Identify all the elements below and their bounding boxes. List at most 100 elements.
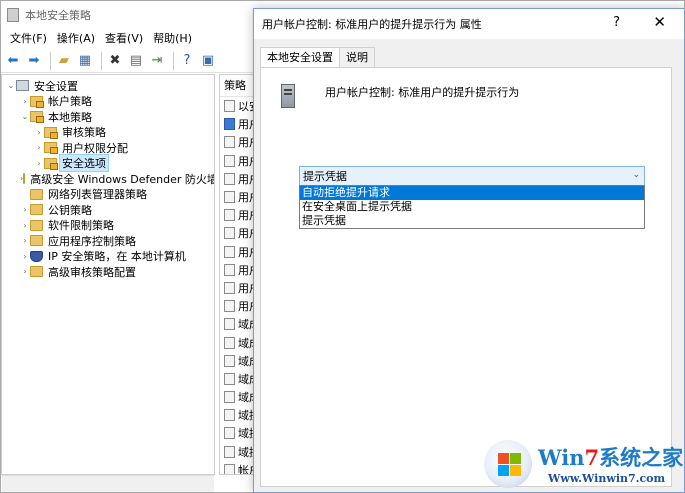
tree-node[interactable]: › 高级审核策略配置 <box>2 264 214 280</box>
chevron-down-icon[interactable]: ⌄ <box>6 81 16 90</box>
folder-icon <box>23 173 26 185</box>
dialog-title: 用户帐户控制: 标准用户的提升提示行为 属性 <box>262 18 482 31</box>
tree-node-label: 高级审核策略配置 <box>48 265 136 279</box>
chevron-down-icon[interactable]: ⌄ <box>20 112 30 121</box>
menu-file[interactable]: 文件(F) <box>5 29 52 49</box>
tree-node[interactable]: › IP 安全策略，在 本地计算机 <box>2 249 214 265</box>
policy-icon <box>224 300 235 313</box>
tree-node[interactable]: ⌄ 本地策略 <box>2 109 214 125</box>
chevron-down-icon[interactable]: ⌄ <box>632 170 640 180</box>
chevron-right-icon[interactable]: › <box>20 252 30 261</box>
policy-icon <box>224 281 235 294</box>
help-book-icon[interactable]: ? <box>178 52 196 70</box>
policy-icon <box>224 445 235 458</box>
up-folder-icon[interactable]: ▰ <box>55 52 73 70</box>
watermark-url: Www.Winwin7.com <box>548 472 666 485</box>
chevron-right-icon[interactable]: › <box>20 205 30 214</box>
chevron-right-icon[interactable]: › <box>34 159 44 168</box>
tree-node-label: 应用程序控制策略 <box>48 234 136 248</box>
policy-icon <box>224 154 235 167</box>
policy-icon <box>224 172 235 185</box>
folder-icon <box>30 266 43 278</box>
watermark-brand: Win7系统之家 <box>538 442 683 472</box>
setting-combobox[interactable]: 提示凭据 ⌄ <box>299 166 645 186</box>
folder-icon <box>30 204 43 216</box>
setting-dropdown-list: 自动拒绝提升请求 在安全桌面上提示凭据 提示凭据 <box>299 185 645 229</box>
show-action-pane-icon[interactable]: ▣ <box>199 52 217 70</box>
tree-node[interactable]: › 应用程序控制策略 <box>2 233 214 249</box>
option-prompt-secure-desktop[interactable]: 在安全桌面上提示凭据 <box>300 200 644 214</box>
policy-icon <box>224 409 235 422</box>
tree-node[interactable]: › 公钥策略 <box>2 202 214 218</box>
properties-icon[interactable]: ▤ <box>127 52 145 70</box>
tree-node-label: 用户权限分配 <box>62 141 128 155</box>
chevron-right-icon[interactable]: › <box>20 97 30 106</box>
chevron-right-icon[interactable]: › <box>34 143 44 152</box>
lock-folder-icon <box>44 157 58 170</box>
option-prompt-credentials[interactable]: 提示凭据 <box>300 214 644 228</box>
tab-explain[interactable]: 说明 <box>339 47 375 67</box>
brand-suffix: 系统之家 <box>599 445 684 470</box>
tree-node[interactable]: › 高级安全 Windows Defender 防火墙 <box>2 171 214 187</box>
chevron-right-icon[interactable]: › <box>20 221 30 230</box>
chevron-right-icon[interactable]: › <box>20 267 30 276</box>
tree-node[interactable]: 网络列表管理器策略 <box>2 187 214 203</box>
tree-node-label: 网络列表管理器策略 <box>48 188 147 202</box>
navigation-tree: ⌄ 安全设置 › 帐户策略 ⌄ 本地策略 › 审核策略 › 用户权限分配 › 安全选项 › 高级安全 Wi… <box>1 74 215 475</box>
main-title: 本地安全策略 <box>25 9 91 22</box>
scope-icon <box>16 80 29 92</box>
policy-icon <box>224 136 235 149</box>
tree-node[interactable]: › 帐户策略 <box>2 94 214 110</box>
tree-node[interactable]: › 用户权限分配 <box>2 140 214 156</box>
shield-icon <box>30 250 43 262</box>
policy-icon <box>224 191 235 204</box>
show-tree-icon[interactable]: ▦ <box>76 52 94 70</box>
dialog-titlebar: 用户帐户控制: 标准用户的提升提示行为 属性 ? ✕ <box>254 9 684 39</box>
tree-node[interactable]: › 软件限制策略 <box>2 218 214 234</box>
chevron-right-icon[interactable]: › <box>34 128 44 137</box>
policy-title: 用户帐户控制: 标准用户的提升提示行为 <box>325 86 520 99</box>
tree-node-label: 高级安全 Windows Defender 防火墙 <box>30 172 215 186</box>
policy-icon <box>224 391 235 404</box>
help-icon[interactable]: ? <box>613 15 620 30</box>
back-arrow-icon[interactable]: ⬅ <box>4 52 22 70</box>
tree-node-label: 安全设置 <box>34 79 78 93</box>
option-auto-deny[interactable]: 自动拒绝提升请求 <box>300 186 644 200</box>
tree-node[interactable]: › 审核策略 <box>2 125 214 141</box>
menu-help[interactable]: 帮助(H) <box>148 29 197 49</box>
folder-icon <box>30 188 43 200</box>
forward-arrow-icon[interactable]: ➡ <box>25 52 43 70</box>
tab-panel: 用户帐户控制: 标准用户的提升提示行为 提示凭据 ⌄ 自动拒绝提升请求 在安全桌… <box>260 67 672 487</box>
tree-node-label: IP 安全策略，在 本地计算机 <box>48 250 186 264</box>
policy-icon <box>224 245 235 258</box>
policy-icon <box>224 318 235 331</box>
close-icon[interactable]: ✕ <box>653 13 666 31</box>
lock-folder-icon <box>44 126 58 139</box>
lock-folder-icon <box>30 95 44 108</box>
computer-tower-icon <box>277 82 299 110</box>
menu-view[interactable]: 查看(V) <box>100 29 148 49</box>
policy-icon <box>224 227 235 240</box>
dialog-tabs: 本地安全设置 说明 <box>260 47 375 68</box>
chevron-right-icon[interactable]: › <box>20 236 30 245</box>
tab-local-security-setting[interactable]: 本地安全设置 <box>260 47 340 68</box>
menu-action[interactable]: 操作(A) <box>52 29 100 49</box>
tree-node-label: 安全选项 <box>59 154 109 173</box>
export-list-icon[interactable]: ⇥ <box>148 52 166 70</box>
tree-node-label: 软件限制策略 <box>48 219 114 233</box>
lock-folder-icon <box>30 111 44 124</box>
watermark: Win7系统之家 Www.Winwin7.com <box>484 440 685 493</box>
policy-icon <box>224 427 235 440</box>
delete-icon[interactable]: ✖ <box>106 52 124 70</box>
tree-node-label: 公钥策略 <box>48 203 92 217</box>
toolbar-separator <box>101 51 102 70</box>
app-icon <box>7 8 19 22</box>
policy-icon <box>224 463 235 474</box>
tree-horizontal-scrollbar[interactable] <box>2 475 214 492</box>
tree-node-label: 帐户策略 <box>48 95 92 109</box>
tree-node[interactable]: › 安全选项 <box>2 154 214 173</box>
policy-icon <box>224 336 235 349</box>
brand-prefix: Win <box>538 445 585 470</box>
policy-icon <box>224 263 235 276</box>
tree-node[interactable]: ⌄ 安全设置 <box>2 78 214 94</box>
